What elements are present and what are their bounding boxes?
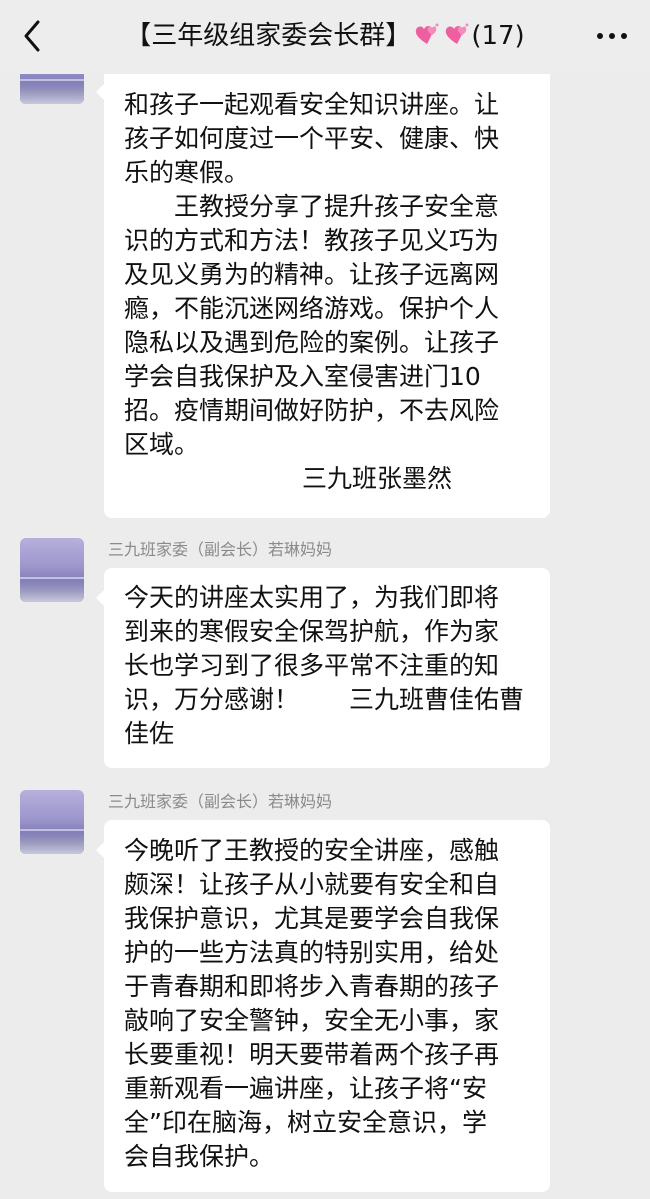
message-line: 颇深！让孩子从小就要有安全和自 (124, 870, 500, 899)
message-line: 我保护意识，尤其是要学会自我保 (124, 904, 500, 933)
message-line: 佳佐 (124, 719, 175, 748)
message-text: 今晚听了王教授的安全讲座，感触 颇深！让孩子从小就要有安全和自 我保护意识，尤其… (124, 834, 532, 1174)
message-line: 和孩子一起观看安全知识讲座。让 (124, 90, 500, 119)
member-count: (17) (471, 21, 525, 51)
sparkling-hearts-icon (416, 23, 439, 44)
avatar[interactable] (20, 790, 84, 854)
message-line: 识的方式和方法！教孩子见义巧为 (124, 226, 500, 255)
chat-header: 【三年级组家委会长群】 (17) (0, 0, 650, 74)
message-line: 招。疫情期间做好防护，不去风险 (124, 396, 500, 425)
message-bubble[interactable]: 今晚听了王教授的安全讲座，感触 颇深！让孩子从小就要有安全和自 我保护意识，尤其… (96, 820, 550, 1192)
more-options-button[interactable] (590, 20, 634, 52)
message-line: 及见义勇为的精神。让孩子远离网 (124, 260, 500, 289)
more-dots-icon (597, 33, 627, 39)
sparkling-hearts-icon (446, 23, 469, 44)
sender-name: 三九班家委（副会长）若琳妈妈 (108, 540, 333, 559)
avatar[interactable] (20, 74, 84, 104)
message-line: 孩子如何度过一个平安、健康、快 (124, 124, 500, 153)
avatar[interactable] (20, 538, 84, 602)
message-line: 识，万分感谢！ 三九班曹佳佑曹 (124, 685, 525, 714)
sender-name: 三九班家委（副会长）若琳妈妈 (108, 792, 333, 811)
message-line: 今天的讲座太实用了，为我们即将 (124, 583, 500, 612)
message-bubble[interactable]: 和孩子一起观看安全知识讲座。让 孩子如何度过一个平安、健康、快 乐的寒假。 王教… (96, 74, 550, 518)
message-line: 区域。 (124, 430, 200, 459)
message-line: 长要重视！明天要带着两个孩子再 (124, 1040, 500, 1069)
message-line: 会自我保护。 (124, 1142, 275, 1171)
message-line: 学会自我保护及入室侵害进门10 (124, 362, 481, 391)
message-line: 王教授分享了提升孩子安全意 (174, 192, 500, 221)
message-line: 到来的寒假安全保驾护航，作为家 (124, 617, 500, 646)
back-button[interactable] (14, 14, 54, 58)
message-text: 和孩子一起观看安全知识讲座。让 孩子如何度过一个平安、健康、快 乐的寒假。 王教… (124, 88, 532, 496)
message-line: 长也学习到了很多平常不注重的知 (124, 651, 500, 680)
message-line: 隐私以及遇到危险的案例。让孩子 (124, 328, 500, 357)
message-line: 今晚听了王教授的安全讲座，感触 (124, 836, 500, 865)
message-list[interactable]: 和孩子一起观看安全知识讲座。让 孩子如何度过一个平安、健康、快 乐的寒假。 王教… (0, 74, 650, 1199)
message-line: 敲响了安全警钟，安全无小事，家 (124, 1006, 500, 1035)
message-line: 护的一些方法真的特别实用，给处 (124, 938, 500, 967)
message-signature: 三九班张墨然 (301, 464, 452, 493)
message-line: 全”印在脑海，树立安全意识，学 (124, 1108, 487, 1137)
message-line: 乐的寒假。 (124, 158, 250, 187)
message-text: 今天的讲座太实用了，为我们即将 到来的寒假安全保驾护航，作为家 长也学习到了很多… (124, 581, 532, 751)
message-line: 重新观看一遍讲座，让孩子将“安 (124, 1074, 487, 1103)
chevron-left-icon (24, 20, 40, 52)
message-bubble[interactable]: 今天的讲座太实用了，为我们即将 到来的寒假安全保驾护航，作为家 长也学习到了很多… (96, 568, 550, 768)
chat-title: 【三年级组家委会长群】 (17) (70, 18, 580, 54)
message-line: 于青春期和即将步入青春期的孩子 (124, 972, 500, 1001)
chat-title-text: 【三年级组家委会长群】 (125, 21, 412, 51)
message-line: 瘾，不能沉迷网络游戏。保护个人 (124, 294, 500, 323)
